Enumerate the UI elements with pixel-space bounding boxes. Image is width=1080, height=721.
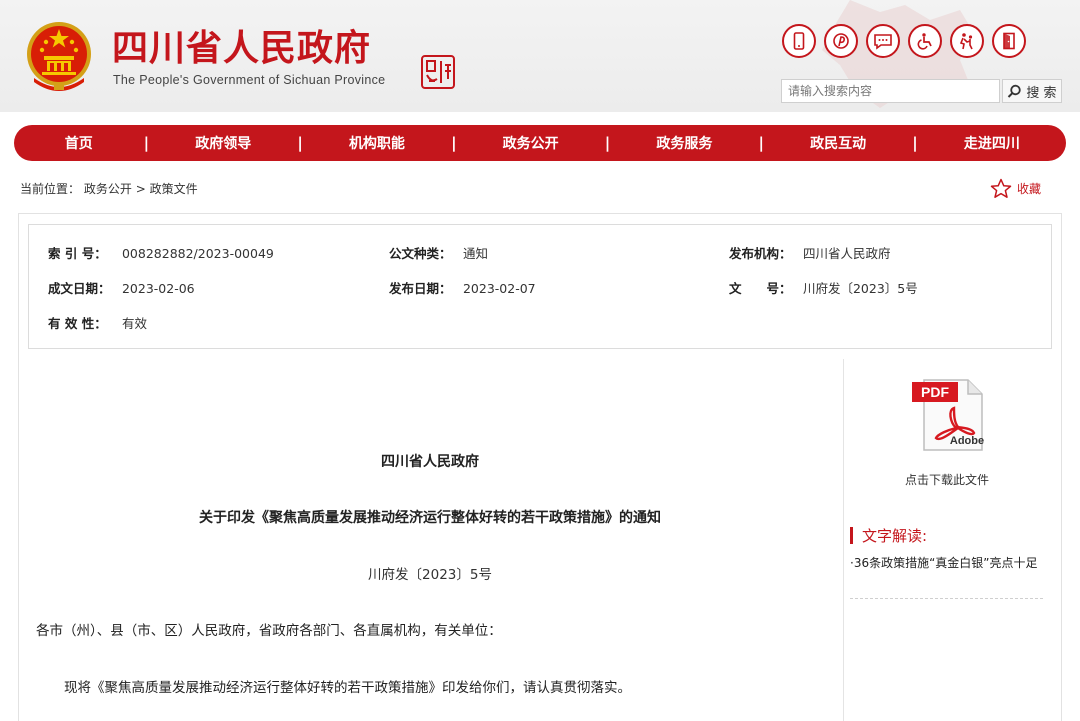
meta-value: 四川省人民政府 (802, 246, 891, 261)
nav-item-about-sichuan[interactable]: 走进四川 (918, 133, 1066, 153)
main-nav: 首页 | 政府领导 | 机构职能 | 政务公开 | 政务服务 | 政民互动 | … (14, 125, 1066, 161)
meta-created-date: 成文日期： 2023-02-06 (48, 278, 195, 297)
nav-item-functions[interactable]: 机构职能 (303, 133, 451, 153)
meta-doc-number: 文 号： 川府发〔2023〕5号 (729, 278, 918, 297)
accent-bar (850, 527, 853, 544)
download-file-link[interactable]: 点击下载此文件 (850, 471, 1044, 488)
site-subtitle: The People's Government of Sichuan Provi… (113, 73, 386, 87)
pdf-brand-label: Adobe (950, 435, 984, 447)
search-button-label: 搜 索 (1026, 85, 1057, 101)
breadcrumb-item-open-government[interactable]: 政务公开 (84, 182, 132, 196)
nav-item-services[interactable]: 政务服务 (610, 133, 758, 153)
favorite-button[interactable]: 收藏 (990, 178, 1041, 199)
content-divider (843, 359, 844, 721)
meta-doc-type: 公文种类： 通知 (389, 243, 488, 262)
interpretation-title: 文字解读: (862, 527, 928, 545)
dashed-divider (850, 598, 1043, 599)
weibo-icon[interactable] (824, 24, 858, 58)
meta-value: 008282882/2023-00049 (121, 246, 274, 261)
pdf-icon-label: PDF (921, 384, 949, 400)
meta-label: 成文日期： (48, 281, 111, 296)
meta-value: 有效 (121, 316, 147, 331)
meta-value: 川府发〔2023〕5号 (802, 281, 918, 296)
breadcrumb: 当前位置： 政务公开 > 政策文件 (20, 180, 198, 197)
document-number: 川府发〔2023〕5号 (368, 567, 492, 583)
national-emblem-icon (27, 22, 91, 91)
meta-value: 2023-02-07 (462, 281, 536, 296)
breadcrumb-item-policy-docs[interactable]: 政策文件 (150, 182, 198, 196)
meta-published-date: 发布日期： 2023-02-07 (389, 278, 536, 297)
nav-item-home[interactable]: 首页 (14, 133, 144, 153)
interpretation-header: 文字解读: (850, 525, 927, 546)
meta-label: 有 效 性： (48, 316, 107, 331)
nav-item-interaction[interactable]: 政民互动 (764, 133, 912, 153)
meta-issuer: 发布机构： 四川省人民政府 (729, 243, 891, 262)
breadcrumb-separator: > (135, 182, 146, 196)
interpretation-link[interactable]: ·36条政策措施“真金白银”亮点十足 (850, 553, 1043, 574)
document-issuer: 四川省人民政府 (381, 454, 479, 470)
star-icon (990, 178, 1012, 198)
search-input[interactable] (781, 79, 1000, 103)
breadcrumb-prefix: 当前位置： (20, 182, 81, 196)
meta-index-no: 索 引 号： 008282882/2023-00049 (48, 243, 274, 262)
accessibility-toolbar (782, 24, 1026, 58)
document-metadata: 索 引 号： 008282882/2023-00049 公文种类： 通知 发布机… (28, 224, 1052, 349)
search-bar: 搜 索 (781, 79, 1062, 103)
document-salutation: 各市（州）、县（市、区）人民政府，省政府各部门、各直属机构，有关单位： (36, 623, 502, 639)
elderly-care-icon[interactable] (950, 24, 984, 58)
site-header: 四川省人民政府 The People's Government of Sichu… (0, 0, 1080, 112)
meta-label: 文 号： (729, 281, 792, 296)
meta-label: 公文种类： (389, 246, 452, 261)
meta-label: 索 引 号： (48, 246, 107, 261)
meta-label: 发布机构： (729, 246, 792, 261)
message-icon[interactable] (866, 24, 900, 58)
favorite-label: 收藏 (1017, 182, 1042, 196)
site-title: 四川省人民政府 (112, 27, 372, 69)
sichuan-seal-icon (421, 55, 455, 89)
search-icon (1008, 84, 1022, 98)
meta-value: 通知 (462, 246, 488, 261)
wheelchair-accessibility-icon[interactable] (908, 24, 942, 58)
document-body-paragraph: 现将《聚焦高质量发展推动经济运行整体好转的若干政策措施》印发给你们，请认真贯彻落… (64, 680, 631, 696)
nav-item-open-government[interactable]: 政务公开 (457, 133, 605, 153)
nav-item-leaders[interactable]: 政府领导 (149, 133, 297, 153)
meta-validity: 有 效 性： 有效 (48, 313, 147, 332)
exit-door-icon[interactable] (992, 24, 1026, 58)
mobile-phone-icon[interactable] (782, 24, 816, 58)
document-title: 关于印发《聚焦高质量发展推动经济运行整体好转的若干政策措施》的通知 (199, 510, 661, 526)
pdf-file-icon[interactable]: PDF Adobe (910, 378, 986, 452)
search-button[interactable]: 搜 索 (1002, 79, 1062, 103)
meta-value: 2023-02-06 (121, 281, 195, 296)
meta-label: 发布日期： (389, 281, 452, 296)
